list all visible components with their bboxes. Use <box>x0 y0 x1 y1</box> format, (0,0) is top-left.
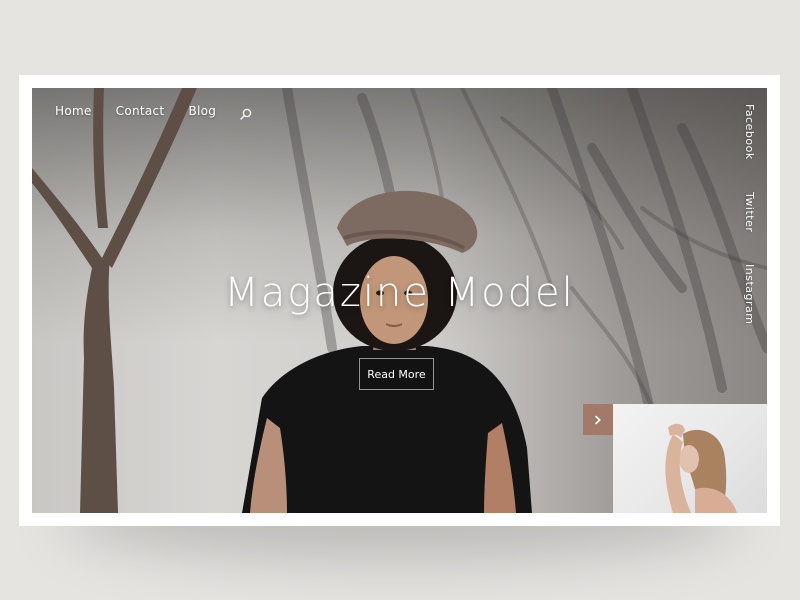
next-slide-button[interactable] <box>583 404 613 435</box>
top-nav: Home Contact Blog <box>55 104 252 120</box>
chevron-right-icon <box>595 415 601 424</box>
social-facebook[interactable]: Facebook <box>743 104 756 160</box>
hero-title: Magazine Model <box>224 270 575 316</box>
next-slide-thumbnail[interactable] <box>613 404 767 513</box>
hero-banner: Home Contact Blog Facebook Twitter Insta… <box>32 88 767 513</box>
nav-contact[interactable]: Contact <box>116 104 165 118</box>
search-icon[interactable] <box>240 105 252 120</box>
hero-card: Home Contact Blog Facebook Twitter Insta… <box>19 75 780 526</box>
nav-blog[interactable]: Blog <box>188 104 216 118</box>
read-more-button[interactable]: Read More <box>359 358 434 390</box>
nav-home[interactable]: Home <box>55 104 92 118</box>
social-twitter[interactable]: Twitter <box>743 192 756 232</box>
thumbnail-photo <box>665 423 737 513</box>
